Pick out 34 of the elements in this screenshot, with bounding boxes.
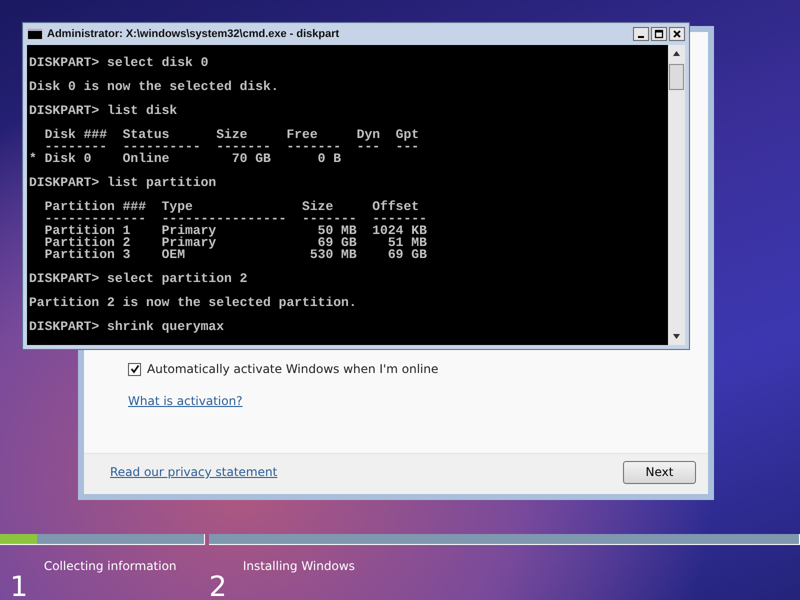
console-line: DISKPART> select disk 0 (29, 57, 208, 69)
console-line: Partition 1 Primary 50 MB 1024 KB (44, 225, 427, 237)
step-label: Collecting information (44, 559, 177, 575)
minimize-button[interactable] (633, 27, 649, 41)
console-line: DISKPART> shrink querymax (29, 321, 224, 333)
checkbox-label: Automatically activate Windows when I'm online (147, 362, 438, 376)
console-line: Partition 2 is now the selected partition. (29, 297, 357, 309)
console-icon (27, 28, 43, 40)
privacy-link[interactable]: Read our privacy statement (110, 465, 278, 479)
scrollbar[interactable] (668, 45, 685, 345)
close-icon (672, 29, 682, 39)
console-line: ------------- ---------------- ------- ------- (44, 213, 427, 225)
console-line: Partition 3 OEM 530 MB 69 GB (44, 249, 427, 261)
console-line: DISKPART> list disk (29, 105, 178, 117)
maximize-icon (654, 29, 664, 39)
activation-link[interactable]: What is activation? (128, 394, 243, 408)
step-number: 2 (209, 569, 227, 600)
checkbox[interactable] (128, 362, 141, 376)
next-button[interactable]: Next (623, 460, 696, 484)
console-line: Partition 2 Primary 69 GB 51 MB (44, 237, 427, 249)
console-line: DISKPART> list partition (29, 177, 216, 189)
minimize-icon (638, 36, 644, 38)
close-button[interactable] (669, 27, 685, 41)
step-label: Installing Windows (242, 559, 355, 575)
scrollbar-thumb[interactable] (669, 64, 684, 90)
console-line: * Disk 0 Online 70 GB 0 B (29, 153, 342, 165)
console-line: Partition ### Type Size Offset (44, 201, 420, 213)
maximize-button[interactable] (651, 27, 667, 41)
window-title: Administrator: X:\windows\system32\cmd.exe - diskpart (47, 28, 340, 40)
console-line: DISKPART> select partition 2 (29, 273, 248, 285)
console-line: -------- ---------- ------- ------- --- --- (44, 141, 420, 153)
console-line: Disk ### Status Size Free Dyn Gpt (44, 129, 420, 141)
console-line: Disk 0 is now the selected disk. (29, 81, 279, 93)
step-number: 1 (10, 569, 28, 600)
